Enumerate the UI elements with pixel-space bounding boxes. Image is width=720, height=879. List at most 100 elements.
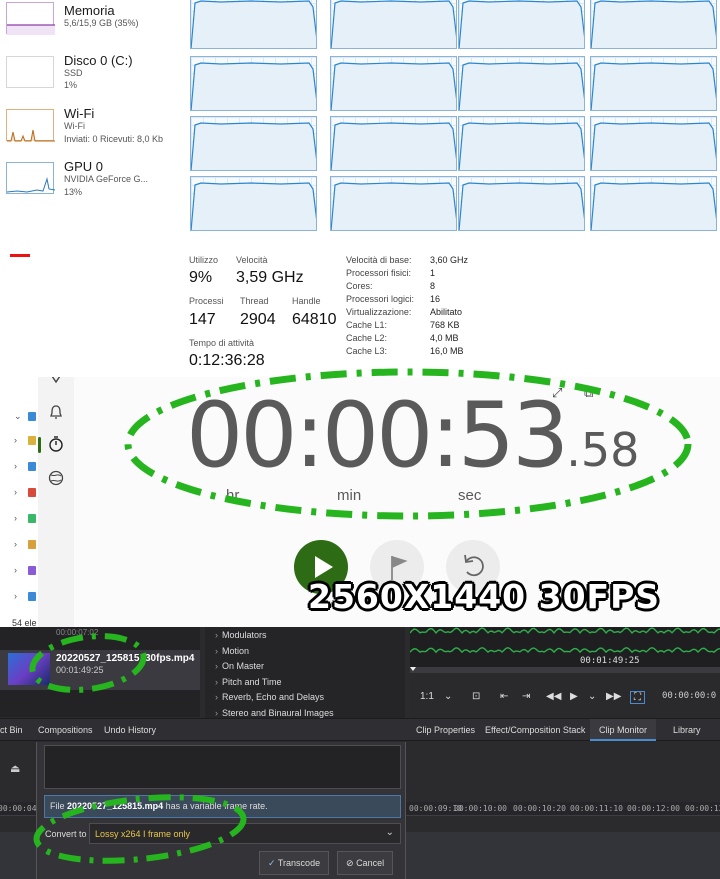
- effect-category-label: On Master: [222, 661, 265, 671]
- set-out-point-icon[interactable]: ⇥: [522, 691, 530, 702]
- transcode-label: Transcode: [277, 858, 321, 868]
- handles-label: Handle: [292, 296, 321, 306]
- cancel-button[interactable]: ⊘ Cancel: [337, 851, 394, 875]
- crop-icon[interactable]: ⛶: [630, 691, 645, 704]
- spec-label: Cache L1:: [346, 320, 388, 330]
- tree-row[interactable]: ›: [0, 589, 38, 605]
- tree-row[interactable]: ›: [0, 459, 38, 475]
- seconds-unit-label: sec: [458, 487, 482, 504]
- cpu-core-graph: [458, 56, 585, 111]
- item-count: 54 ele: [12, 618, 37, 627]
- monitor-timecode: 00:01:49:25: [580, 656, 640, 666]
- tab-library[interactable]: Library: [673, 725, 701, 735]
- tab-clip-monitor[interactable]: Clip Monitor: [599, 725, 647, 735]
- tree-row[interactable]: ›: [0, 485, 38, 501]
- timeline-tool-icon[interactable]: ⏏: [10, 762, 20, 775]
- effect-category[interactable]: › Pitch and Time: [215, 677, 282, 687]
- fit-frame-icon[interactable]: ⊡: [472, 691, 480, 702]
- effect-category[interactable]: › Modulators: [215, 630, 267, 640]
- convert-format-value: Lossy x264 I frame only: [95, 829, 191, 839]
- transcode-button[interactable]: ✓ Transcode: [259, 851, 330, 875]
- spec-label: Cache L2:: [346, 333, 388, 343]
- ruler-timecode: 00:00:12:00: [627, 804, 680, 813]
- effect-category[interactable]: › Motion: [215, 646, 249, 656]
- sidebar-item-sub: 13%: [64, 187, 83, 197]
- tree-row[interactable]: ›: [0, 433, 38, 449]
- effect-category-label: Modulators: [222, 630, 267, 640]
- ruler-timecode: 00:00:10:20: [513, 804, 566, 813]
- effect-category[interactable]: › Stereo and Binaural Images: [215, 708, 334, 718]
- chevron-down-icon[interactable]: ⌄: [588, 691, 596, 702]
- tab-project-bin[interactable]: ct Bin: [0, 725, 23, 735]
- ruler-timecode: 00:00:11:10: [570, 804, 623, 813]
- world-clock-icon[interactable]: [47, 469, 65, 487]
- cpu-core-graph: [590, 56, 717, 111]
- spec-value: Abilitato: [430, 307, 463, 317]
- spec-label: Cores:: [346, 281, 373, 291]
- convert-format-select[interactable]: Lossy x264 I frame only ⌄: [89, 823, 401, 844]
- tree-row[interactable]: ›: [0, 511, 38, 527]
- sidebar-item-memory[interactable]: Memoria 5,6/15,9 GB (35%): [0, 0, 185, 52]
- elapsed-separator: .: [566, 423, 581, 477]
- spec-label: Cache L3:: [346, 346, 388, 356]
- sidebar-item-sub: SSD: [64, 68, 83, 78]
- chevron-right-icon: ›: [215, 645, 218, 656]
- chevron-right-icon: ›: [14, 513, 17, 523]
- cpu-core-graphs: [190, 0, 720, 240]
- folder-icon: [28, 514, 36, 523]
- tree-row[interactable]: ›: [0, 537, 38, 553]
- explorer-strip: ⌄ › › › › › › ›: [0, 377, 38, 627]
- tab-undo-history[interactable]: Undo History: [104, 725, 156, 735]
- chevron-right-icon: ›: [215, 692, 218, 702]
- chevron-right-icon: ›: [14, 591, 17, 601]
- spec-value: 16: [430, 294, 441, 304]
- timeline-track: [406, 832, 720, 879]
- chevron-down-icon[interactable]: ⌄: [444, 691, 452, 702]
- cpu-core-graph: [330, 116, 457, 171]
- threads-label: Thread: [240, 296, 269, 306]
- stopwatch-panel: ⌄ › › › › › › › 54 ele ⤢ ⧉ 00:00:53.58 h…: [0, 377, 720, 627]
- cancel-label: Cancel: [356, 858, 385, 868]
- alarm-bell-icon[interactable]: [47, 403, 65, 421]
- stopwatch-icon[interactable]: [47, 435, 65, 453]
- chevron-right-icon: ›: [215, 661, 218, 671]
- sidebar-item-gpu[interactable]: GPU 0 NVIDIA GeForce G... 13%: [0, 158, 185, 210]
- elapsed-hms: 00:00:53: [186, 383, 569, 488]
- cpu-core-graph: [190, 176, 317, 231]
- spec-value: 768 KB: [430, 320, 460, 330]
- message-prefix: File: [50, 801, 68, 811]
- tab-compositions[interactable]: Compositions: [38, 725, 93, 735]
- elapsed-time: 00:00:53.58: [186, 383, 639, 488]
- zoom-select[interactable]: 1:1: [420, 691, 434, 702]
- sidebar-item-sub: Wi-Fi: [64, 121, 85, 131]
- spec-label: Processori fisici:: [346, 268, 412, 278]
- processes-value: 147: [189, 311, 216, 328]
- spec-label: Velocità di base:: [346, 255, 412, 265]
- effect-category[interactable]: › Reverb, Echo and Delays: [215, 692, 324, 702]
- rewind-icon[interactable]: ◀◀: [546, 691, 561, 702]
- spec-label: Virtualizzazione:: [346, 307, 412, 317]
- effect-category-label: Stereo and Binaural Images: [222, 707, 334, 718]
- tab-clip-properties[interactable]: Clip Properties: [416, 725, 475, 735]
- sidebar-item-wifi[interactable]: Wi-Fi Wi-Fi Inviati: 0 Ricevuti: 8,0 Kb: [0, 105, 185, 157]
- tab-effect-stack[interactable]: Effect/Composition Stack: [485, 725, 585, 735]
- fast-forward-icon[interactable]: ▶▶: [606, 691, 621, 702]
- cpu-core-graph: [458, 116, 585, 171]
- ruler-timecode: 00:00:10:00: [454, 804, 507, 813]
- minutes-unit-label: min: [337, 487, 362, 504]
- audio-waveform: [409, 627, 720, 673]
- transport-timecode: 00:00:00:0: [662, 691, 717, 701]
- sidebar-item-disk[interactable]: Disco 0 (C:) SSD 1%: [0, 52, 185, 104]
- utilization-label: Utilizzo: [189, 255, 219, 265]
- spec-value: 3,60 GHz: [430, 255, 469, 265]
- play-icon[interactable]: ▶: [570, 691, 578, 702]
- tree-row[interactable]: ⌄: [0, 409, 38, 425]
- timer-icon[interactable]: [47, 377, 65, 391]
- effect-category-label: Reverb, Echo and Delays: [222, 692, 325, 702]
- folder-icon: [28, 412, 36, 421]
- spec-value: 1: [430, 268, 436, 278]
- effect-category[interactable]: › On Master: [215, 661, 264, 671]
- tree-row[interactable]: ›: [0, 563, 38, 579]
- clip-thumbnail: [8, 653, 50, 685]
- set-in-point-icon[interactable]: ⇤: [500, 691, 508, 702]
